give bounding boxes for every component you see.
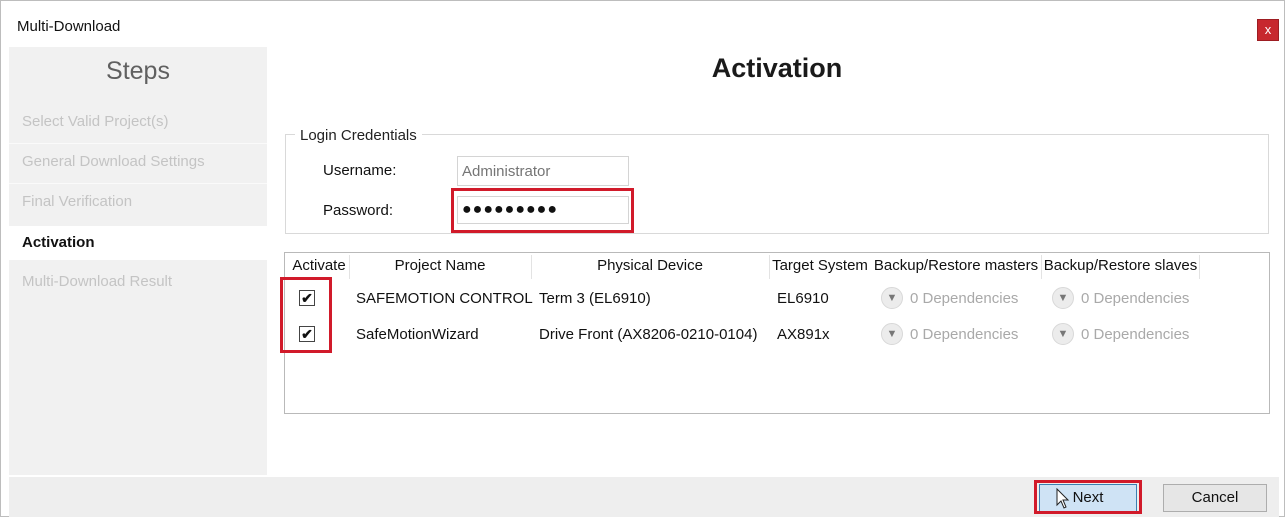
password-label: Password: <box>323 202 394 219</box>
close-button[interactable]: x <box>1257 19 1279 41</box>
step-final-verification: Final Verification <box>22 193 133 210</box>
masters-dependencies: 0 Dependencies <box>910 326 1019 343</box>
username-field[interactable] <box>457 156 629 186</box>
col-backup-restore-masters[interactable]: Backup/Restore masters <box>872 257 1040 274</box>
slaves-dependencies: 0 Dependencies <box>1081 326 1190 343</box>
title-bar: Multi-Download x <box>1 1 1284 45</box>
project-name-cell: SAFEMOTION CONTROL <box>356 290 533 307</box>
cancel-button[interactable]: Cancel <box>1163 484 1267 512</box>
chevron-down-icon[interactable]: ▼ <box>881 287 903 309</box>
target-system-cell: EL6910 <box>777 290 829 307</box>
col-target-system[interactable]: Target System <box>770 257 870 274</box>
step-multi-download-result: Multi-Download Result <box>22 273 173 290</box>
step-activation: Activation <box>9 226 267 260</box>
username-label: Username: <box>323 162 397 179</box>
physical-device-cell: Term 3 (EL6910) <box>539 290 651 307</box>
physical-device-cell: Drive Front (AX8206-0210-0104) <box>539 326 758 343</box>
step-divider <box>9 183 267 184</box>
page-title: Activation <box>711 53 843 83</box>
chevron-down-icon[interactable]: ▼ <box>1052 287 1074 309</box>
mouse-pointer-icon <box>1056 488 1070 509</box>
step-divider <box>9 143 267 144</box>
slaves-dependencies: 0 Dependencies <box>1081 290 1190 307</box>
steps-sidebar: Steps Select Valid Project(s) General Do… <box>9 47 267 475</box>
project-name-cell: SafeMotionWizard <box>356 326 479 343</box>
window-title: Multi-Download <box>17 18 121 35</box>
chevron-down-icon[interactable]: ▼ <box>1052 323 1074 345</box>
activate-highlight <box>280 277 332 353</box>
col-divider <box>1199 255 1200 279</box>
login-credentials-label: Login Credentials <box>295 127 422 144</box>
col-physical-device[interactable]: Physical Device <box>532 257 768 274</box>
chevron-down-icon[interactable]: ▼ <box>881 323 903 345</box>
step-general-download-settings: General Download Settings <box>22 153 205 170</box>
masters-dependencies: 0 Dependencies <box>910 290 1019 307</box>
step-select-valid-projects: Select Valid Project(s) <box>22 113 169 130</box>
next-highlight <box>1034 480 1142 514</box>
col-activate[interactable]: Activate <box>290 257 348 274</box>
login-credentials-group <box>285 134 1269 234</box>
col-backup-restore-slaves[interactable]: Backup/Restore slaves <box>1042 257 1199 274</box>
col-project-name[interactable]: Project Name <box>350 257 530 274</box>
target-system-cell: AX891x <box>777 326 830 343</box>
multi-download-window: Multi-Download x Steps Select Valid Proj… <box>0 0 1285 517</box>
password-highlight <box>451 188 634 233</box>
steps-heading: Steps <box>106 57 170 85</box>
